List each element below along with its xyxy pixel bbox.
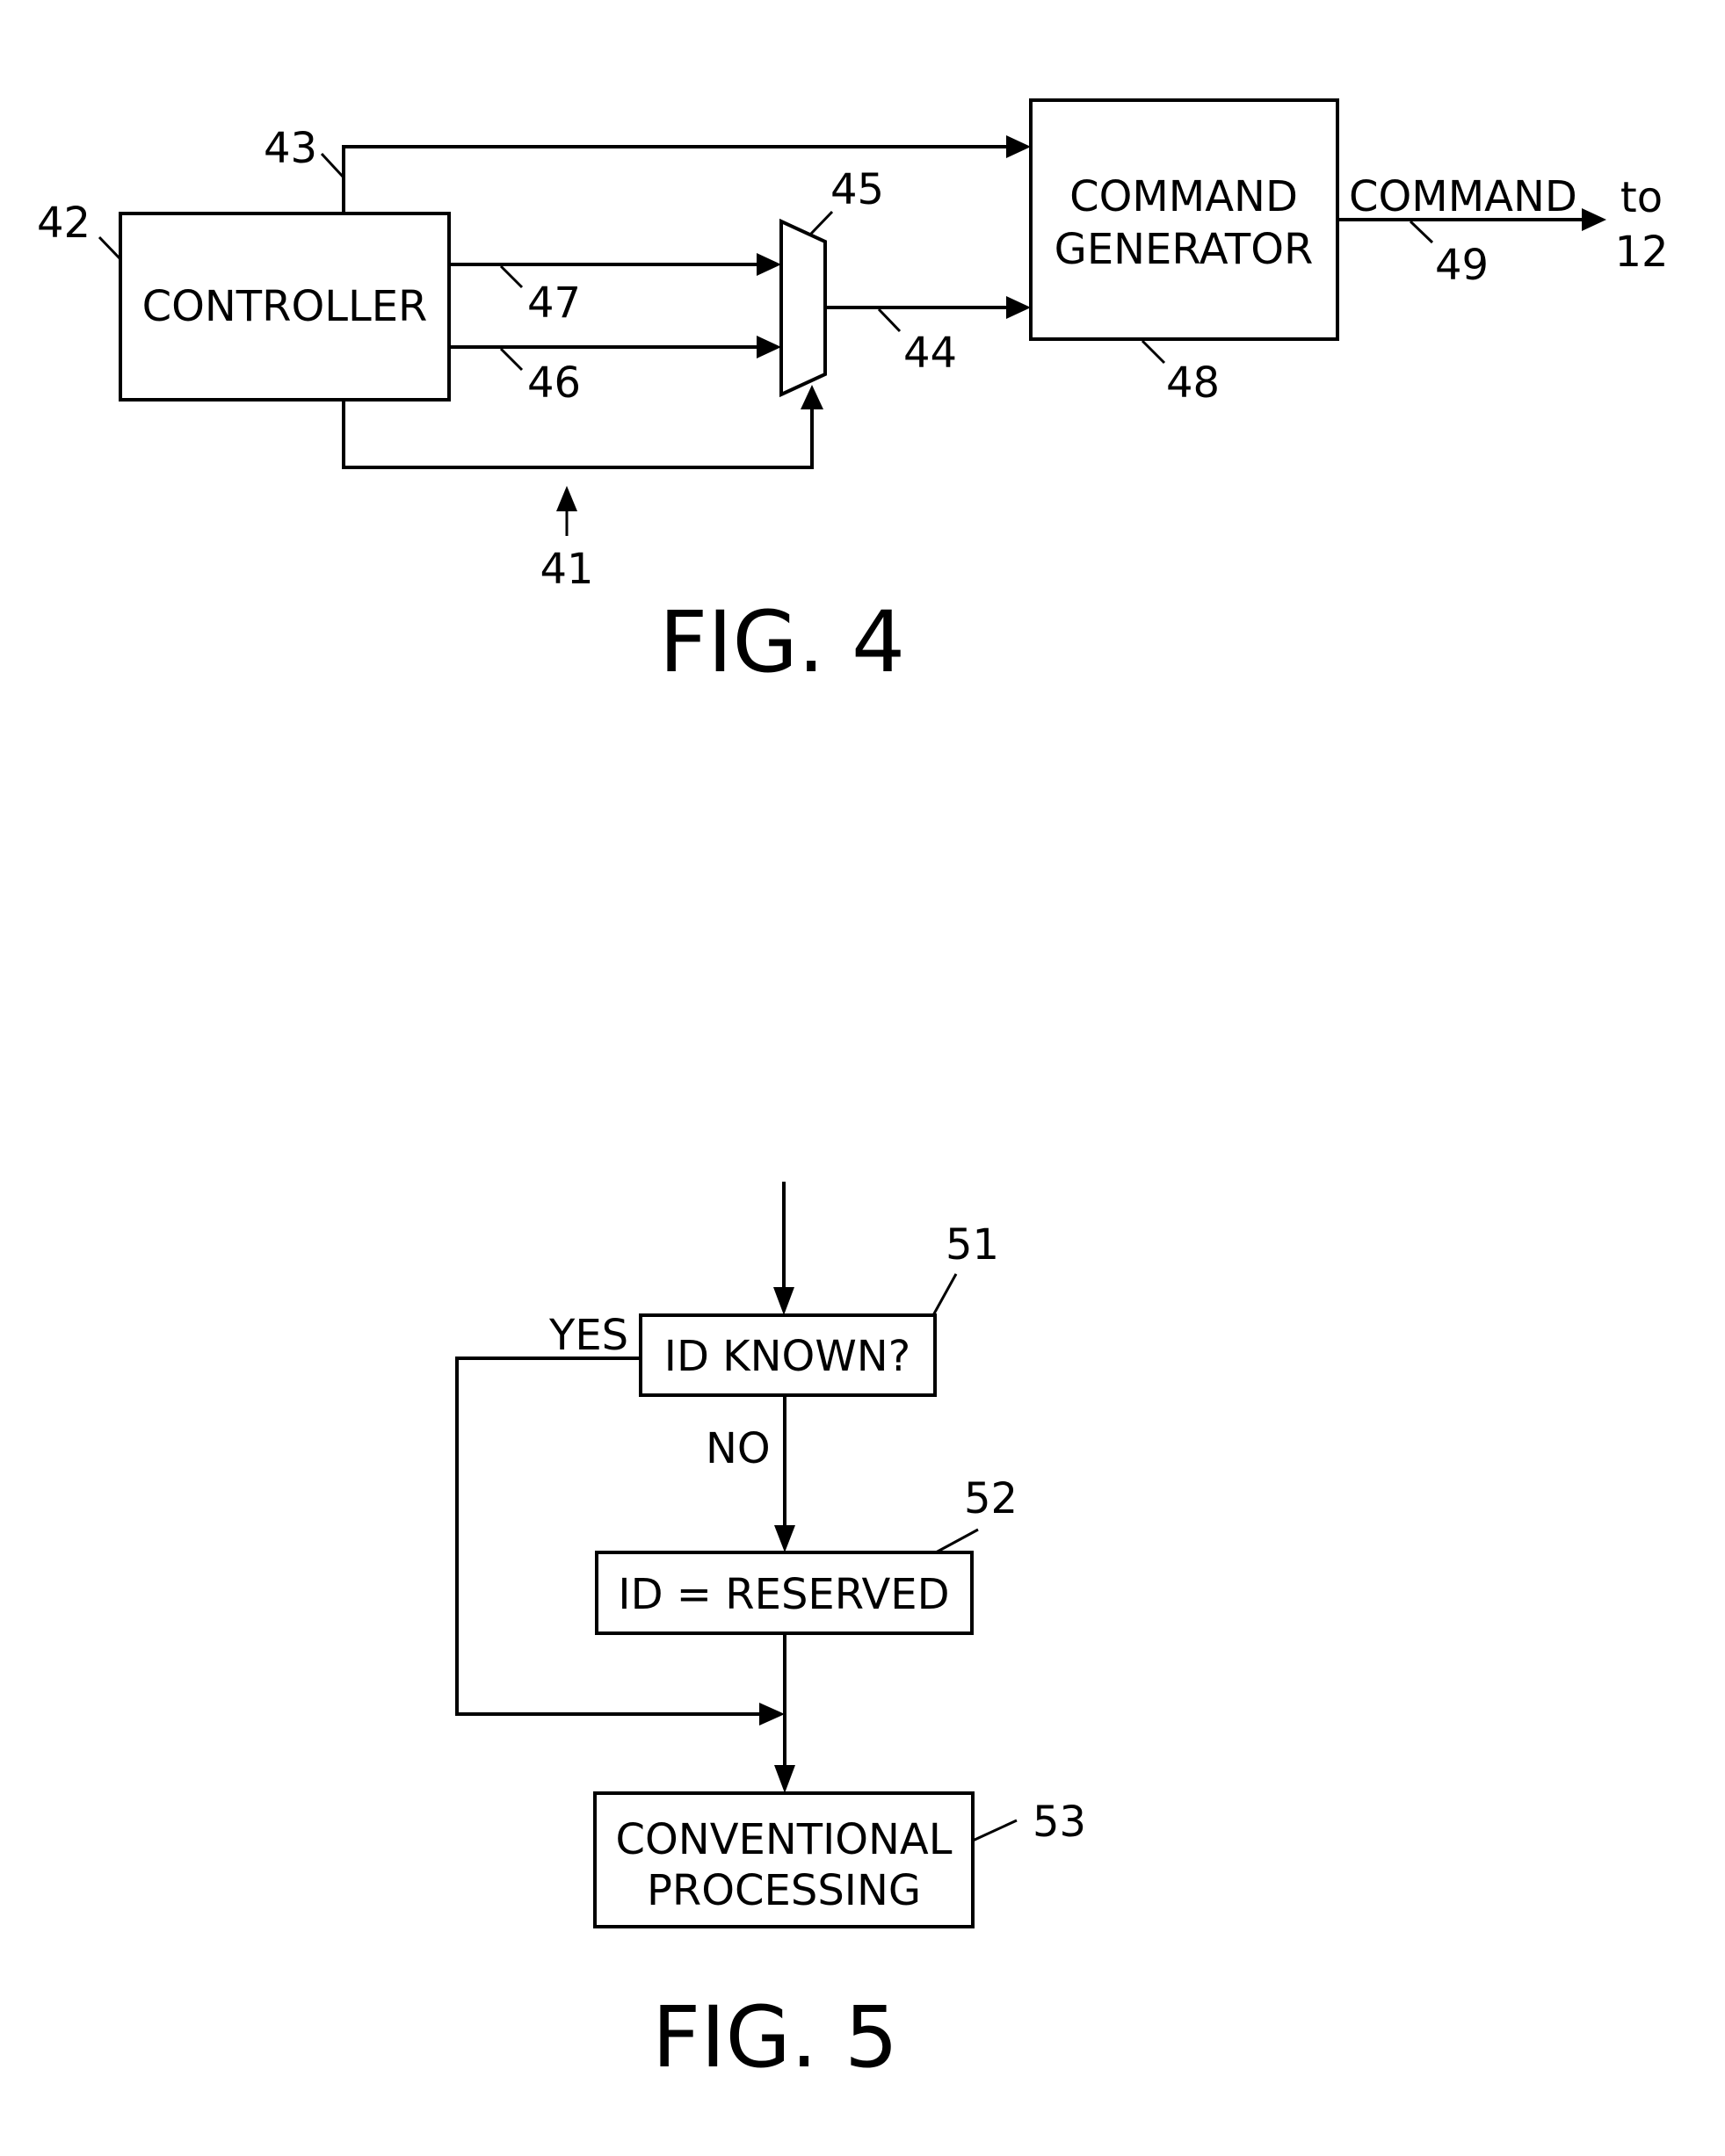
no-branch-arrowhead — [774, 1525, 795, 1552]
ref-53: 53 — [1033, 1798, 1086, 1847]
fig5-caption: FIG. 5 — [652, 1988, 898, 2087]
step-53-leader — [972, 1819, 1018, 1842]
output-label: COMMAND — [1349, 172, 1577, 221]
controller-label: CONTROLLER — [142, 282, 428, 331]
output-destination-line1: to — [1620, 173, 1663, 222]
step-52-label: ID = RESERVED — [618, 1570, 949, 1619]
signal-47-leader — [499, 264, 524, 289]
signal-47-arrowhead — [757, 253, 781, 276]
patent-figures: CONTROLLER 42 43 47 46 41 45 44 COMMAND … — [37, 98, 1669, 2087]
signal-43-leader — [320, 152, 345, 179]
ref-45: 45 — [830, 165, 884, 214]
multiplexer-shape — [779, 218, 827, 398]
select-arrowhead — [801, 385, 823, 409]
yes-branch-line — [455, 1357, 761, 1716]
controller-leader — [98, 235, 122, 261]
yes-branch-arrowhead — [759, 1703, 785, 1726]
ref-48: 48 — [1166, 358, 1220, 408]
signal-44-leader — [877, 307, 902, 333]
output-leader — [1409, 220, 1434, 244]
ref-41: 41 — [540, 545, 593, 594]
no-label: NO — [706, 1424, 771, 1473]
fig4-caption: FIG. 4 — [659, 593, 905, 691]
signal-43-line — [342, 145, 1011, 213]
step-51-leader — [931, 1273, 958, 1316]
to-step-53-arrowhead — [774, 1765, 795, 1793]
multiplexer-leader — [808, 210, 834, 236]
entry-arrowhead — [773, 1287, 794, 1315]
step-53-label-line1: CONVENTIONAL — [615, 1815, 952, 1864]
command-generator-leader — [1141, 339, 1166, 365]
signal-46-arrowhead — [757, 336, 781, 358]
step-51-label: ID KNOWN? — [664, 1332, 910, 1381]
signal-46-leader — [499, 347, 524, 372]
command-generator-label-line2: GENERATOR — [1055, 225, 1314, 274]
output-arrowhead — [1582, 208, 1606, 231]
yes-label: YES — [548, 1311, 628, 1360]
ref-43: 43 — [264, 124, 317, 173]
output-destination-line2: 12 — [1614, 228, 1668, 277]
ref-52: 52 — [964, 1474, 1018, 1523]
signal-41-pointer-arrowhead — [556, 486, 577, 511]
step-53-label-line2: PROCESSING — [647, 1866, 921, 1915]
ref-46: 46 — [527, 358, 581, 408]
ref-44: 44 — [903, 329, 957, 378]
fig5: ID KNOWN? 51 YES NO ID = RESERVED 52 CON… — [455, 1182, 1086, 2087]
command-generator-label-line1: COMMAND — [1069, 172, 1298, 221]
fig4: CONTROLLER 42 43 47 46 41 45 44 COMMAND … — [37, 98, 1669, 691]
ref-47: 47 — [527, 279, 581, 328]
signal-43-arrowhead — [1006, 135, 1031, 158]
step-52-leader — [935, 1528, 979, 1554]
select-line — [342, 400, 814, 469]
ref-42: 42 — [37, 199, 91, 248]
ref-49: 49 — [1435, 241, 1489, 290]
signal-44-arrowhead — [1006, 296, 1031, 319]
ref-51: 51 — [946, 1220, 999, 1270]
